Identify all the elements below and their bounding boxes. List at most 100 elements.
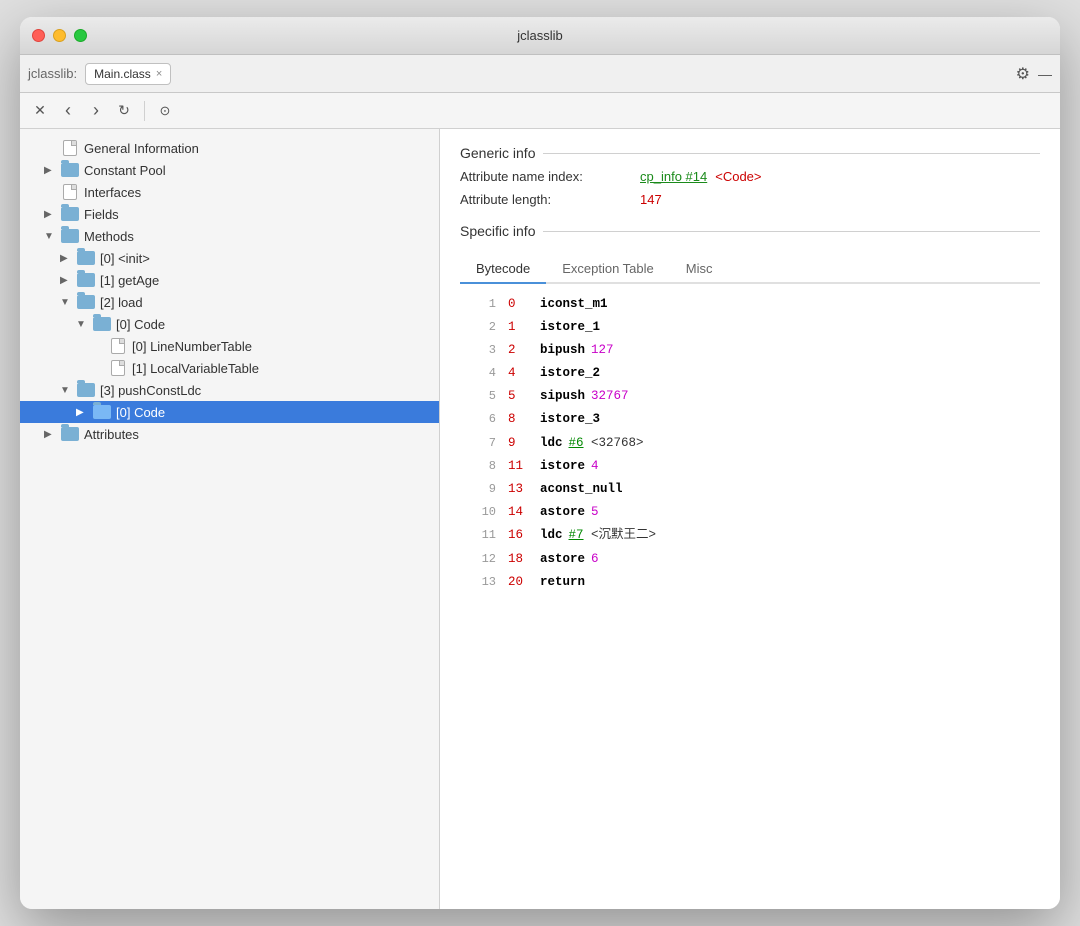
sidebar-item-pushconstldc[interactable]: [3] pushConstLdc	[20, 379, 439, 401]
offset-13: 20	[508, 572, 532, 592]
sidebar-item-getage[interactable]: [1] getAge	[20, 269, 439, 291]
folder-icon-methods	[60, 228, 80, 244]
maximize-button[interactable]	[74, 29, 87, 42]
sidebar-label-getage: [1] getAge	[100, 273, 159, 288]
sidebar-item-lvt[interactable]: [1] LocalVariableTable	[20, 357, 439, 379]
code-line-2: 2 1 istore_1	[460, 315, 1040, 338]
tree-arrow-init	[60, 253, 76, 264]
operand-7-2: <32768>	[584, 433, 644, 453]
operand-11-1[interactable]: #7	[569, 525, 584, 545]
main-class-tab[interactable]: Main.class ×	[85, 63, 171, 85]
attr-length-label: Attribute length:	[460, 192, 640, 207]
opcode-3: bipush	[540, 340, 585, 360]
folder-icon-pushconstldc	[76, 382, 96, 398]
sidebar-item-load[interactable]: [2] load	[20, 291, 439, 313]
globe-icon: ⊙	[160, 103, 171, 119]
line-num-3: 3	[468, 341, 496, 360]
code-line-11: 11 16 ldc #7 <沉默王二>	[460, 524, 1040, 547]
line-num-9: 9	[468, 480, 496, 499]
offset-6: 8	[508, 409, 532, 429]
line-num-4: 4	[468, 364, 496, 383]
tree-arrow-getage	[60, 275, 76, 286]
attr-name-link[interactable]: cp_info #14	[640, 169, 707, 184]
folder-icon-load	[76, 294, 96, 310]
specific-info-header: Specific info	[460, 223, 1040, 239]
minimize-button[interactable]	[53, 29, 66, 42]
window-title: jclasslib	[517, 28, 563, 43]
refresh-button[interactable]: ↻	[112, 99, 136, 123]
folder-icon-getage	[76, 272, 96, 288]
folder-icon-load-code	[92, 316, 112, 332]
sidebar-item-interfaces[interactable]: Interfaces	[20, 181, 439, 203]
offset-1: 0	[508, 294, 532, 314]
tree-arrow-load	[60, 297, 76, 308]
line-num-5: 5	[468, 387, 496, 406]
generic-info-header: Generic info	[460, 145, 1040, 161]
sidebar-item-lnt[interactable]: [0] LineNumberTable	[20, 335, 439, 357]
back-button[interactable]: ‹	[56, 99, 80, 123]
close-nav-button[interactable]: ✕	[28, 99, 52, 123]
sidebar-item-pushconstldc-code[interactable]: [0] Code	[20, 401, 439, 423]
sidebar-label-fields: Fields	[84, 207, 119, 222]
main-content: General Information Constant Pool Interf…	[20, 129, 1060, 909]
code-line-1: 1 0 iconst_m1	[460, 292, 1040, 315]
tab-misc[interactable]: Misc	[670, 255, 729, 284]
line-num-12: 12	[468, 550, 496, 569]
offset-12: 18	[508, 549, 532, 569]
offset-2: 1	[508, 317, 532, 337]
folder-icon-constant-pool	[60, 162, 80, 178]
generic-info-line	[543, 153, 1040, 154]
sidebar-item-method-init[interactable]: [0] <init>	[20, 247, 439, 269]
right-panel: Generic info Attribute name index: cp_in…	[440, 129, 1060, 909]
tab-close-button[interactable]: ×	[156, 68, 162, 80]
sidebar-label-constant-pool: Constant Pool	[84, 163, 166, 178]
sidebar-label-methods: Methods	[84, 229, 134, 244]
tab-bytecode[interactable]: Bytecode	[460, 255, 546, 284]
minimize-icon[interactable]	[1038, 66, 1052, 82]
sidebar-item-methods[interactable]: Methods	[20, 225, 439, 247]
offset-4: 4	[508, 363, 532, 383]
offset-11: 16	[508, 525, 532, 545]
sidebar-item-load-code[interactable]: [0] Code	[20, 313, 439, 335]
line-num-8: 8	[468, 457, 496, 476]
operand-11-2: <沉默王二>	[584, 525, 657, 545]
offset-5: 5	[508, 386, 532, 406]
title-bar: jclasslib	[20, 17, 1060, 55]
code-line-6: 6 8 istore_3	[460, 408, 1040, 431]
sidebar-label-pushconstldc-code: [0] Code	[116, 405, 165, 420]
close-button[interactable]	[32, 29, 45, 42]
app-window: jclasslib jclasslib: Main.class × ✕ ‹ › …	[20, 17, 1060, 909]
offset-9: 13	[508, 479, 532, 499]
file-icon-general	[60, 140, 80, 156]
code-line-4: 4 4 istore_2	[460, 362, 1040, 385]
forward-button[interactable]: ›	[84, 99, 108, 123]
operand-7-1[interactable]: #6	[569, 433, 584, 453]
offset-8: 11	[508, 456, 532, 476]
tab-exception-table[interactable]: Exception Table	[546, 255, 670, 284]
nav-bar: ✕ ‹ › ↻ ⊙	[20, 93, 1060, 129]
sidebar-item-general[interactable]: General Information	[20, 137, 439, 159]
file-icon-lvt	[108, 360, 128, 376]
sidebar-item-constant-pool[interactable]: Constant Pool	[20, 159, 439, 181]
window-controls-right	[1016, 64, 1052, 84]
opcode-8: istore	[540, 456, 585, 476]
close-nav-icon: ✕	[34, 102, 46, 119]
sidebar: General Information Constant Pool Interf…	[20, 129, 440, 909]
folder-icon-pushconstldc-code	[92, 404, 112, 420]
opcode-6: istore_3	[540, 409, 600, 429]
sidebar-item-fields[interactable]: Fields	[20, 203, 439, 225]
sidebar-label-general: General Information	[84, 141, 199, 156]
tree-arrow-pushconstldc-code	[76, 407, 92, 418]
traffic-lights	[32, 29, 87, 42]
settings-icon[interactable]	[1016, 64, 1030, 84]
code-line-9: 9 13 aconst_null	[460, 478, 1040, 501]
tab-label: Main.class	[94, 67, 151, 81]
globe-button[interactable]: ⊙	[153, 99, 177, 123]
sidebar-item-attributes[interactable]: Attributes	[20, 423, 439, 445]
code-line-10: 10 14 astore 5	[460, 501, 1040, 524]
line-num-11: 11	[468, 526, 496, 545]
tree-arrow-fields	[44, 209, 60, 220]
attr-length-row: Attribute length: 147	[460, 192, 1040, 207]
operand-8-1: 4	[591, 456, 599, 476]
operand-10-1: 5	[591, 502, 599, 522]
